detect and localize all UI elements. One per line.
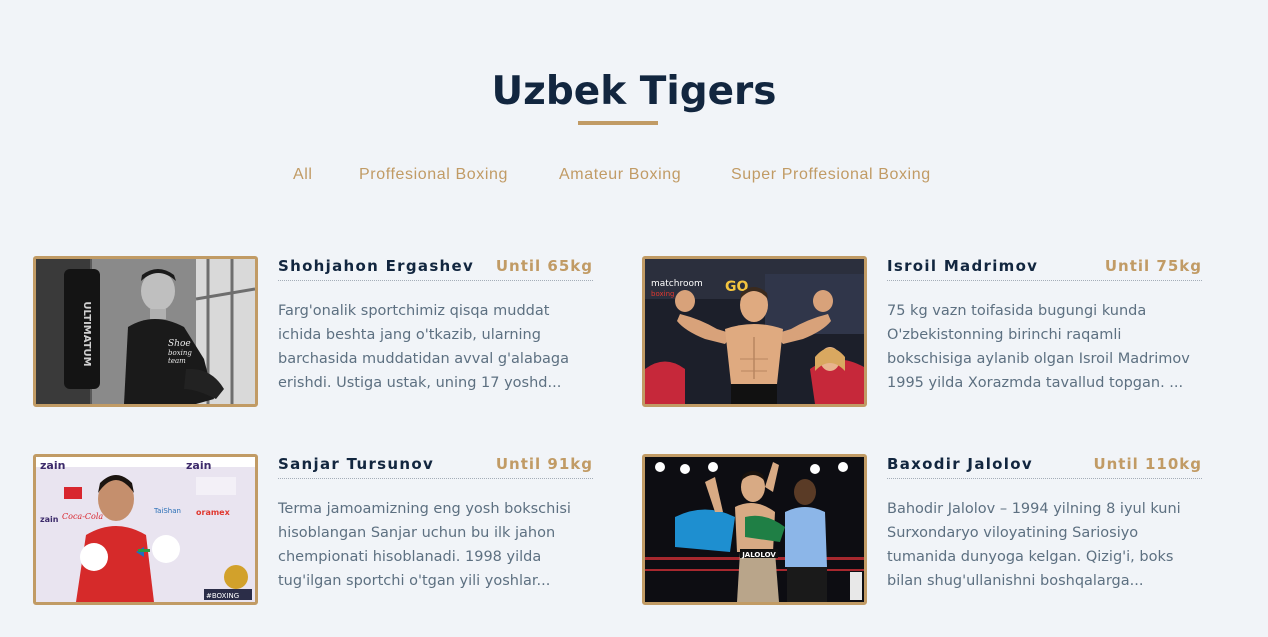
section-title: Uzbek Tigers (491, 69, 777, 114)
boxer-photo-tursunov[interactable]: zain zain zain oramex TaiShan Coca-Cola … (33, 454, 258, 605)
photo-text-sponsor: zain (40, 459, 65, 472)
filter-all[interactable]: All (293, 162, 313, 188)
photo-text-shirt-3: team (168, 357, 186, 365)
boxer-info-ergashev: Shohjahon Ergashev Until 65kg Farg'onali… (278, 256, 593, 395)
weight-class: Until 75kg (1104, 257, 1202, 275)
boxer-name[interactable]: Sanjar Tursunov (278, 454, 434, 474)
weight-class: Until 65kg (495, 257, 593, 275)
boxer-description: Farg'onalik sportchimiz qisqa muddat ich… (278, 303, 570, 391)
boxer-photo-jalolov[interactable]: JALOLOV (642, 454, 867, 605)
boxer-description: Terma jamoamizning eng yosh bokschisi hi… (278, 501, 571, 589)
weight-class: Until 91kg (495, 455, 593, 473)
boxer-info-madrimov: Isroil Madrimov Until 75kg 75 kg vazn to… (887, 256, 1202, 395)
title-underline (578, 121, 658, 125)
boxer-header: Baxodir Jalolov Until 110kg (887, 454, 1202, 479)
boxer-photo-madrimov[interactable]: matchroom boxing GO (642, 256, 867, 407)
boxer-photo-ergashev[interactable]: ULTIMATUM Shoe boxing team (33, 256, 258, 407)
boxer-card-tursunov: zain zain zain oramex TaiShan Coca-Cola … (33, 454, 603, 605)
photo-text-sponsor4: Coca-Cola (62, 512, 103, 521)
photo-text-bag: ULTIMATUM (81, 301, 92, 366)
boxer-card-jalolov: JALOLOV Baxodir Jalolov Until 110kg Baho… (642, 454, 1212, 605)
boxer-info-tursunov: Sanjar Tursunov Until 91kg Terma jamoami… (278, 454, 593, 593)
weight-class: Until 110kg (1093, 455, 1202, 473)
photo-text-banner: matchroom (651, 279, 703, 289)
filter-nav: All Proffesional Boxing Amateur Boxing S… (0, 162, 1268, 188)
photo-text-shirt-2: boxing (168, 349, 192, 357)
boxer-card-madrimov: matchroom boxing GO Isroil Madrimov Unti… (642, 256, 1212, 407)
filter-professional-boxing[interactable]: Proffesional Boxing (359, 162, 508, 188)
filter-amateur-boxing[interactable]: Amateur Boxing (559, 162, 681, 188)
photo-text-banner-sub: boxing (651, 290, 674, 298)
boxer-name[interactable]: Isroil Madrimov (887, 256, 1038, 276)
filter-super-professional-boxing[interactable]: Super Proffesional Boxing (731, 162, 931, 188)
boxer-header: Sanjar Tursunov Until 91kg (278, 454, 593, 479)
boxer-description: 75 kg vazn toifasida bugungi kunda O'zbe… (887, 303, 1190, 391)
photo-text-shirt-1: Shoe (168, 339, 191, 349)
boxer-info-jalolov: Baxodir Jalolov Until 110kg Bahodir Jalo… (887, 454, 1202, 593)
boxer-description: Bahodir Jalolov – 1994 yilning 8 iyul ku… (887, 501, 1181, 589)
photo-text-sponsor3: TaiShan (153, 507, 181, 515)
boxer-header: Shohjahon Ergashev Until 65kg (278, 256, 593, 281)
photo-text-trunks: JALOLOV (741, 551, 776, 559)
photo-text-sponsor-right: zain (186, 459, 211, 472)
photo-text-tag: #BOXING (206, 592, 239, 600)
photo-text-sponsor2: oramex (196, 508, 231, 517)
photo-text-sponsor-left: zain (40, 515, 59, 524)
boxer-header: Isroil Madrimov Until 75kg (887, 256, 1202, 281)
boxer-name[interactable]: Baxodir Jalolov (887, 454, 1033, 474)
boxer-name[interactable]: Shohjahon Ergashev (278, 256, 474, 276)
boxer-card-ergashev: ULTIMATUM Shoe boxing team Shohjahon Erg… (33, 256, 603, 407)
